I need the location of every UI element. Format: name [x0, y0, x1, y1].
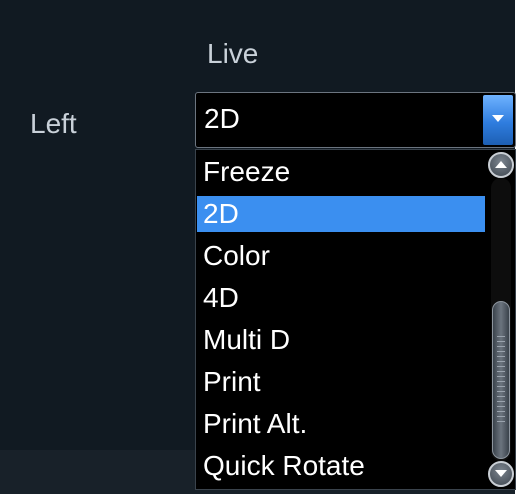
row-label-left: Left [30, 108, 77, 139]
left-mode-select[interactable]: 2D [195, 92, 516, 148]
option-print-alt[interactable]: Print Alt. [197, 406, 485, 442]
select-value: 2D [204, 103, 240, 134]
option-multi-d[interactable]: Multi D [197, 322, 485, 358]
scroll-up-icon [495, 161, 507, 168]
scroll-thumb[interactable] [492, 301, 510, 459]
dropdown-list[interactable]: Freeze 2D Color 4D Multi D Print Print A… [195, 149, 516, 490]
option-quick-rotate[interactable]: Quick Rotate [197, 448, 485, 484]
option-4d[interactable]: 4D [197, 280, 485, 316]
chevron-down-icon [492, 115, 504, 122]
option-freeze[interactable]: Freeze [197, 154, 485, 190]
scroll-down-button[interactable] [488, 461, 514, 487]
option-print[interactable]: Print [197, 364, 485, 400]
column-heading-live: Live [207, 38, 259, 69]
settings-panel: Live Left 2D Freeze 2D Color 4D Multi D … [0, 0, 516, 494]
dropdown-scrollbar[interactable] [488, 150, 515, 489]
option-2d[interactable]: 2D [197, 196, 485, 232]
scroll-up-button[interactable] [488, 152, 514, 178]
grip-lines [497, 336, 505, 426]
dropdown-toggle-button[interactable] [483, 95, 513, 145]
option-color[interactable]: Color [197, 238, 485, 274]
scroll-track[interactable] [491, 178, 511, 461]
scroll-down-icon [495, 470, 507, 477]
